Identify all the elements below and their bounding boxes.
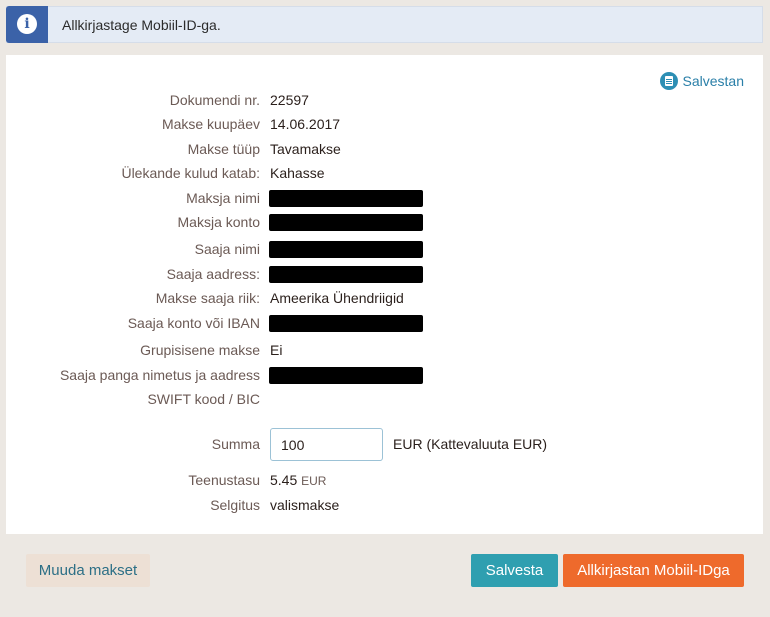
- recipient-country-label: Makse saaja riik:: [155, 290, 260, 306]
- intragroup-value: Ei: [270, 342, 283, 358]
- payer-account-label: Maksja konto: [177, 214, 260, 230]
- amount-currency-suffix: EUR (Kattevaluuta EUR): [393, 436, 548, 452]
- sign-mobile-id-button[interactable]: Allkirjastan Mobiil-IDga: [563, 554, 744, 587]
- redacted-recipient-address: [269, 266, 423, 283]
- redacted-recipient-iban: [269, 315, 423, 332]
- document-number-value: 22597: [270, 92, 309, 108]
- explanation-value: valismakse: [270, 497, 340, 513]
- recipient-address-label: Saaja aadress:: [166, 266, 260, 282]
- save-draft-link[interactable]: Salvestan: [659, 72, 744, 90]
- redacted-bank-name-address: [269, 367, 423, 384]
- service-fee-currency: EUR: [301, 474, 327, 488]
- row-recipient-country: Makse saaja riik: Ameerika Ühendriigid: [6, 288, 763, 308]
- row-explanation: Selgitus valismakse: [6, 495, 763, 515]
- bank-name-address-label: Saaja panga nimetus ja aadress: [59, 367, 260, 383]
- intragroup-label: Grupisisene makse: [140, 342, 260, 358]
- recipient-name-label: Saaja nimi: [194, 241, 260, 257]
- change-payment-button[interactable]: Muuda makset: [26, 554, 150, 587]
- service-fee-value-wrap: 5.45 EUR: [270, 470, 326, 491]
- recipient-country-value: Ameerika Ühendriigid: [270, 290, 404, 306]
- redacted-recipient-name: [269, 241, 423, 258]
- amount-label: Summa: [211, 436, 260, 452]
- transfer-fees-value: Kahasse: [270, 165, 325, 181]
- row-payment-type: Makse tüüp Tavamakse: [6, 139, 763, 159]
- explanation-label: Selgitus: [210, 497, 260, 513]
- payment-type-value: Tavamakse: [270, 141, 341, 157]
- payer-name-label: Maksja nimi: [186, 190, 260, 206]
- document-icon: [659, 72, 678, 90]
- banner-message: Allkirjastage Mobiil-ID-ga.: [62, 17, 221, 33]
- row-recipient-address: Saaja aadress:: [6, 264, 763, 284]
- row-bank-name-address: Saaja panga nimetus ja aadress: [6, 365, 763, 385]
- document-number-label: Dokumendi nr.: [169, 92, 260, 108]
- amount-input[interactable]: [270, 428, 383, 461]
- transfer-fees-label: Ülekande kulud katab:: [121, 165, 260, 181]
- row-recipient-name: Saaja nimi: [6, 239, 763, 259]
- service-fee-label: Teenustasu: [188, 472, 260, 488]
- payment-date-label: Makse kuupäev: [161, 116, 260, 132]
- info-banner: i Allkirjastage Mobiil-ID-ga.: [6, 6, 763, 43]
- recipient-iban-label: Saaja konto või IBAN: [127, 315, 260, 331]
- payment-date-value: 14.06.2017: [270, 116, 341, 132]
- row-amount: Summa: [6, 434, 763, 454]
- payment-type-label: Makse tüüp: [187, 141, 260, 157]
- row-transfer-fees: Ülekande kulud katab: Kahasse: [6, 163, 763, 183]
- swift-label: SWIFT kood / BIC: [147, 391, 260, 407]
- row-payment-date: Makse kuupäev 14.06.2017: [6, 114, 763, 134]
- row-service-fee: Teenustasu 5.45 EUR: [6, 470, 763, 490]
- save-draft-label: Salvestan: [682, 73, 744, 89]
- row-payer-account: Maksja konto: [6, 212, 763, 232]
- row-swift: SWIFT kood / BIC: [6, 389, 763, 409]
- redacted-payer-account: [269, 214, 423, 231]
- payment-details-panel: Salvestan Dokumendi nr. 22597 Makse kuup…: [6, 55, 763, 534]
- save-button[interactable]: Salvesta: [471, 554, 558, 587]
- row-intragroup: Grupisisene makse Ei: [6, 340, 763, 360]
- service-fee-value: 5.45: [270, 472, 298, 488]
- row-document-number: Dokumendi nr. 22597: [6, 90, 763, 110]
- info-icon: i: [17, 14, 37, 34]
- row-payer-name: Maksja nimi: [6, 188, 763, 208]
- row-recipient-iban: Saaja konto või IBAN: [6, 313, 763, 333]
- info-icon-box: i: [6, 6, 48, 43]
- redacted-payer-name: [269, 190, 423, 207]
